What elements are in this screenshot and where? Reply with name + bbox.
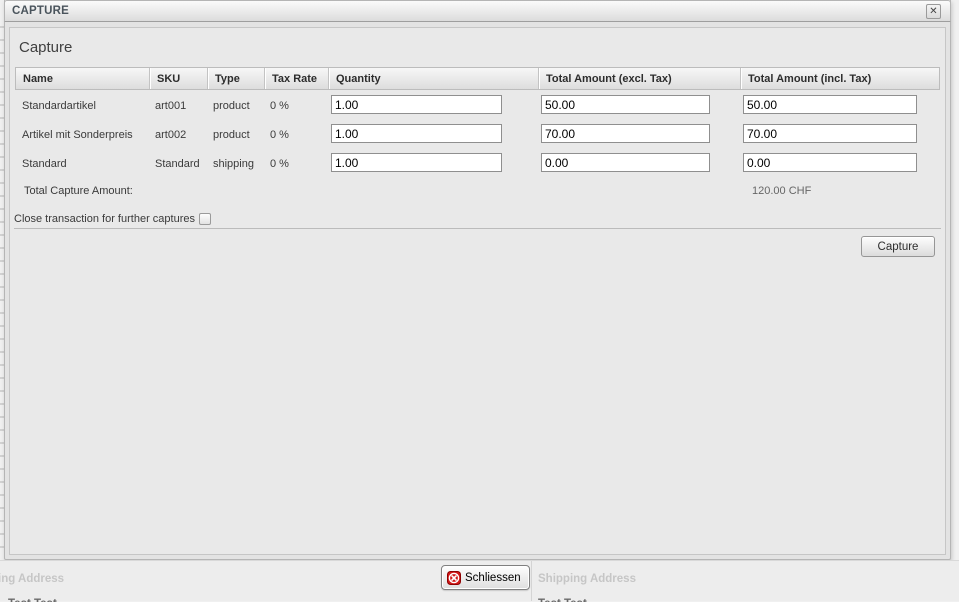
cell-type: product (206, 120, 263, 149)
column-header-type: Type (207, 68, 264, 89)
amount-incl-tax-input[interactable] (743, 153, 917, 172)
table-row: Standard Standard shipping 0 % (15, 149, 940, 178)
cell-sku: art001 (148, 91, 206, 120)
section-heading: Capture (19, 39, 72, 56)
divider (14, 228, 941, 229)
capture-dialog: CAPTURE ✕ Capture Name SKU Type Tax Rate… (4, 0, 951, 560)
column-header-incl-tax: Total Amount (incl. Tax) (740, 68, 945, 89)
amount-excl-tax-input[interactable] (541, 95, 710, 114)
quantity-input[interactable] (331, 124, 502, 143)
total-capture-value: 120.00 CHF (752, 185, 811, 197)
total-capture-label: Total Capture Amount: (24, 185, 133, 197)
dialog-title: CAPTURE (5, 5, 69, 17)
cell-name: Standard (15, 149, 148, 178)
capture-button[interactable]: Capture (861, 236, 935, 257)
total-capture-row: Total Capture Amount: 120.00 CHF (15, 183, 940, 203)
column-header-sku: SKU (149, 68, 207, 89)
table-body: Standardartikel art001 product 0 % Artik… (15, 91, 940, 178)
close-transaction-row: Close transaction for further captures (14, 212, 211, 226)
table-row: Artikel mit Sonderpreis art002 product 0… (15, 120, 940, 149)
billing-address-heading: ing Address (0, 573, 64, 585)
cell-sku: Standard (148, 149, 206, 178)
shipping-address-partial-text: Test Test (538, 598, 587, 602)
column-header-quantity: Quantity (328, 68, 538, 89)
column-header-excl-tax: Total Amount (excl. Tax) (538, 68, 740, 89)
schliessen-button-label: Schliessen (465, 572, 521, 584)
cell-name: Artikel mit Sonderpreis (15, 120, 148, 149)
dialog-titlebar: CAPTURE (4, 0, 951, 22)
amount-excl-tax-input[interactable] (541, 153, 710, 172)
amount-incl-tax-input[interactable] (743, 95, 917, 114)
cell-tax-rate: 0 % (263, 149, 327, 178)
column-header-tax-rate: Tax Rate (264, 68, 328, 89)
billing-address-partial-text: Test Test (8, 598, 57, 602)
shipping-address-heading: Shipping Address (538, 573, 636, 585)
schliessen-button[interactable]: Schliessen (441, 565, 530, 590)
footer-column-divider (531, 561, 532, 601)
cell-tax-rate: 0 % (263, 91, 327, 120)
amount-incl-tax-input[interactable] (743, 124, 917, 143)
close-transaction-checkbox[interactable] (199, 213, 211, 225)
table-header-row: Name SKU Type Tax Rate Quantity Total Am… (15, 67, 940, 90)
column-header-name: Name (16, 68, 149, 89)
cell-name: Standardartikel (15, 91, 148, 120)
amount-excl-tax-input[interactable] (541, 124, 710, 143)
cell-type: shipping (206, 149, 263, 178)
cell-tax-rate: 0 % (263, 120, 327, 149)
close-icon[interactable]: ✕ (926, 4, 941, 19)
quantity-input[interactable] (331, 95, 502, 114)
table-row: Standardartikel art001 product 0 % (15, 91, 940, 120)
capture-panel: Capture Name SKU Type Tax Rate Quantity … (9, 27, 946, 555)
quantity-input[interactable] (331, 153, 502, 172)
close-transaction-label: Close transaction for further captures (14, 213, 195, 225)
cell-sku: art002 (148, 120, 206, 149)
error-close-icon (447, 571, 461, 585)
cell-type: product (206, 91, 263, 120)
